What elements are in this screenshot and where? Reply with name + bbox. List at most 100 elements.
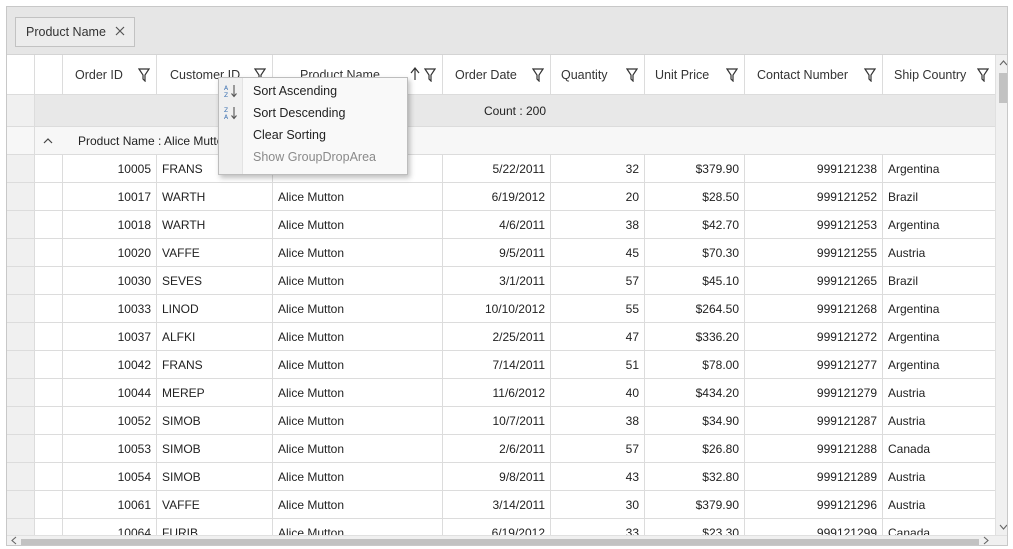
cell-order-id[interactable]: 10005 bbox=[63, 155, 157, 183]
cell-ship-country[interactable]: Austria bbox=[883, 491, 995, 519]
cell-product-name[interactable]: Alice Mutton bbox=[273, 407, 443, 435]
cell-quantity[interactable]: 45 bbox=[551, 239, 645, 267]
cell-quantity[interactable]: 51 bbox=[551, 351, 645, 379]
cell-customer-id[interactable]: SIMOB bbox=[157, 463, 273, 491]
cell-contact-number[interactable]: 999121268 bbox=[745, 295, 883, 323]
cell-quantity[interactable]: 43 bbox=[551, 463, 645, 491]
cell-customer-id[interactable]: FURIB bbox=[157, 519, 273, 535]
cell-unit-price[interactable]: $336.20 bbox=[645, 323, 745, 351]
table-row[interactable]: 10018 WARTH Alice Mutton 4/6/2011 38 $42.70 99… bbox=[7, 211, 995, 239]
cell-quantity[interactable]: 47 bbox=[551, 323, 645, 351]
table-row[interactable]: 10005FRANSAlice Mutton5/22/201132$379.90… bbox=[7, 155, 995, 183]
cell-contact-number[interactable]: 999121289 bbox=[745, 463, 883, 491]
cell-product-name[interactable]: Alice Mutton bbox=[273, 435, 443, 463]
menu-item-sort-ascending[interactable]: A Z Sort Ascending bbox=[219, 80, 407, 102]
cell-customer-id[interactable]: WARTH bbox=[157, 183, 273, 211]
cell-ship-country[interactable]: Argentina bbox=[883, 323, 995, 351]
cell-order-id[interactable]: 10061 bbox=[63, 491, 157, 519]
table-row[interactable]: 10033 LINOD Alice Mutton 10/10/2012 55 $264.5… bbox=[7, 295, 995, 323]
cell-customer-id[interactable]: VAFFE bbox=[157, 239, 273, 267]
cell-ship-country[interactable]: Austria bbox=[883, 463, 995, 491]
scroll-down-arrow-icon[interactable] bbox=[998, 521, 1007, 533]
filter-icon[interactable] bbox=[626, 68, 638, 82]
collapse-chevron-icon[interactable] bbox=[43, 127, 57, 155]
row-header-cell[interactable] bbox=[7, 295, 35, 323]
cell-customer-id[interactable]: SIMOB bbox=[157, 407, 273, 435]
table-row[interactable]: 10042 FRANS Alice Mutton 7/14/2011 51 $78.00 9… bbox=[7, 351, 995, 379]
cell-quantity[interactable]: 40 bbox=[551, 379, 645, 407]
row-header-cell[interactable] bbox=[7, 435, 35, 463]
cell-quantity[interactable]: 57 bbox=[551, 435, 645, 463]
cell-contact-number[interactable]: 999121265 bbox=[745, 267, 883, 295]
cell-order-date[interactable]: 9/8/2011 bbox=[443, 463, 551, 491]
cell-quantity[interactable]: 38 bbox=[551, 211, 645, 239]
cell-order-id[interactable]: 10037 bbox=[63, 323, 157, 351]
cell-unit-price[interactable]: $264.50 bbox=[645, 295, 745, 323]
horizontal-scroll-thumb[interactable] bbox=[21, 539, 979, 545]
cell-order-date[interactable]: 10/10/2012 bbox=[443, 295, 551, 323]
cell-unit-price[interactable]: $45.10 bbox=[645, 267, 745, 295]
column-header-order-id[interactable]: Order ID bbox=[63, 55, 157, 95]
scroll-right-arrow-icon[interactable] bbox=[981, 536, 991, 545]
cell-unit-price[interactable]: $42.70 bbox=[645, 211, 745, 239]
column-header-contact-number[interactable]: Contact Number bbox=[745, 55, 883, 95]
table-row[interactable]: 10037 ALFKI Alice Mutton 2/25/2011 47 $336.20… bbox=[7, 323, 995, 351]
cell-order-id[interactable]: 10018 bbox=[63, 211, 157, 239]
cell-customer-id[interactable]: FRANS bbox=[157, 351, 273, 379]
row-header-cell[interactable] bbox=[7, 211, 35, 239]
cell-unit-price[interactable]: $32.80 bbox=[645, 463, 745, 491]
table-row[interactable]: 10052 SIMOB Alice Mutton 10/7/2011 38 $34.90 9… bbox=[7, 407, 995, 435]
row-header-cell[interactable] bbox=[7, 239, 35, 267]
cell-ship-country[interactable]: Argentina bbox=[883, 155, 995, 183]
table-row[interactable]: 10017 WARTH Alice Mutton 6/19/2012 20 $28.50 9… bbox=[7, 183, 995, 211]
cell-contact-number[interactable]: 999121272 bbox=[745, 323, 883, 351]
cell-quantity[interactable]: 33 bbox=[551, 519, 645, 535]
cell-quantity[interactable]: 55 bbox=[551, 295, 645, 323]
cell-product-name[interactable]: Alice Mutton bbox=[273, 211, 443, 239]
row-header-cell[interactable] bbox=[7, 519, 35, 535]
cell-product-name[interactable]: Alice Mutton bbox=[273, 351, 443, 379]
table-row[interactable]: 10064 FURIB Alice Mutton 6/19/2012 33 $23.30 9… bbox=[7, 519, 995, 535]
cell-ship-country[interactable]: Argentina bbox=[883, 351, 995, 379]
cell-product-name[interactable]: Alice Mutton bbox=[273, 519, 443, 535]
cell-order-date[interactable]: 3/14/2011 bbox=[443, 491, 551, 519]
cell-order-id[interactable]: 10030 bbox=[63, 267, 157, 295]
cell-contact-number[interactable]: 999121255 bbox=[745, 239, 883, 267]
cell-product-name[interactable]: Alice Mutton bbox=[273, 463, 443, 491]
cell-contact-number[interactable]: 999121288 bbox=[745, 435, 883, 463]
cell-order-date[interactable]: 2/6/2011 bbox=[443, 435, 551, 463]
filter-icon[interactable] bbox=[138, 68, 150, 82]
cell-ship-country[interactable]: Austria bbox=[883, 239, 995, 267]
column-header-quantity[interactable]: Quantity bbox=[551, 55, 645, 95]
scroll-up-arrow-icon[interactable] bbox=[998, 57, 1007, 69]
cell-order-id[interactable]: 10044 bbox=[63, 379, 157, 407]
row-header-cell[interactable] bbox=[7, 351, 35, 379]
cell-order-id[interactable]: 10020 bbox=[63, 239, 157, 267]
cell-unit-price[interactable]: $28.50 bbox=[645, 183, 745, 211]
cell-product-name[interactable]: Alice Mutton bbox=[273, 267, 443, 295]
column-header-order-date[interactable]: Order Date bbox=[443, 55, 551, 95]
cell-order-date[interactable]: 9/5/2011 bbox=[443, 239, 551, 267]
cell-order-date[interactable]: 3/1/2011 bbox=[443, 267, 551, 295]
cell-contact-number[interactable]: 999121238 bbox=[745, 155, 883, 183]
filter-icon[interactable] bbox=[977, 68, 989, 82]
cell-order-date[interactable]: 10/7/2011 bbox=[443, 407, 551, 435]
group-caption-row[interactable]: Product Name : Alice Mutton bbox=[7, 127, 995, 155]
table-row[interactable]: 10030 SEVES Alice Mutton 3/1/2011 57 $45.10 99… bbox=[7, 267, 995, 295]
scroll-left-arrow-icon[interactable] bbox=[9, 536, 19, 545]
cell-contact-number[interactable]: 999121287 bbox=[745, 407, 883, 435]
table-row[interactable]: 10020 VAFFE Alice Mutton 9/5/2011 45 $70.30 99… bbox=[7, 239, 995, 267]
cell-customer-id[interactable]: LINOD bbox=[157, 295, 273, 323]
cell-unit-price[interactable]: $70.30 bbox=[645, 239, 745, 267]
column-header-ship-country[interactable]: Ship Country bbox=[883, 55, 995, 95]
cell-quantity[interactable]: 20 bbox=[551, 183, 645, 211]
cell-order-id[interactable]: 10017 bbox=[63, 183, 157, 211]
cell-unit-price[interactable]: $379.90 bbox=[645, 155, 745, 183]
row-header-cell[interactable] bbox=[7, 407, 35, 435]
cell-order-date[interactable]: 6/19/2012 bbox=[443, 183, 551, 211]
cell-quantity[interactable]: 57 bbox=[551, 267, 645, 295]
table-row[interactable]: 10044 MEREP Alice Mutton 11/6/2012 40 $434.20… bbox=[7, 379, 995, 407]
cell-unit-price[interactable]: $34.90 bbox=[645, 407, 745, 435]
cell-ship-country[interactable]: Canada bbox=[883, 435, 995, 463]
cell-contact-number[interactable]: 999121277 bbox=[745, 351, 883, 379]
